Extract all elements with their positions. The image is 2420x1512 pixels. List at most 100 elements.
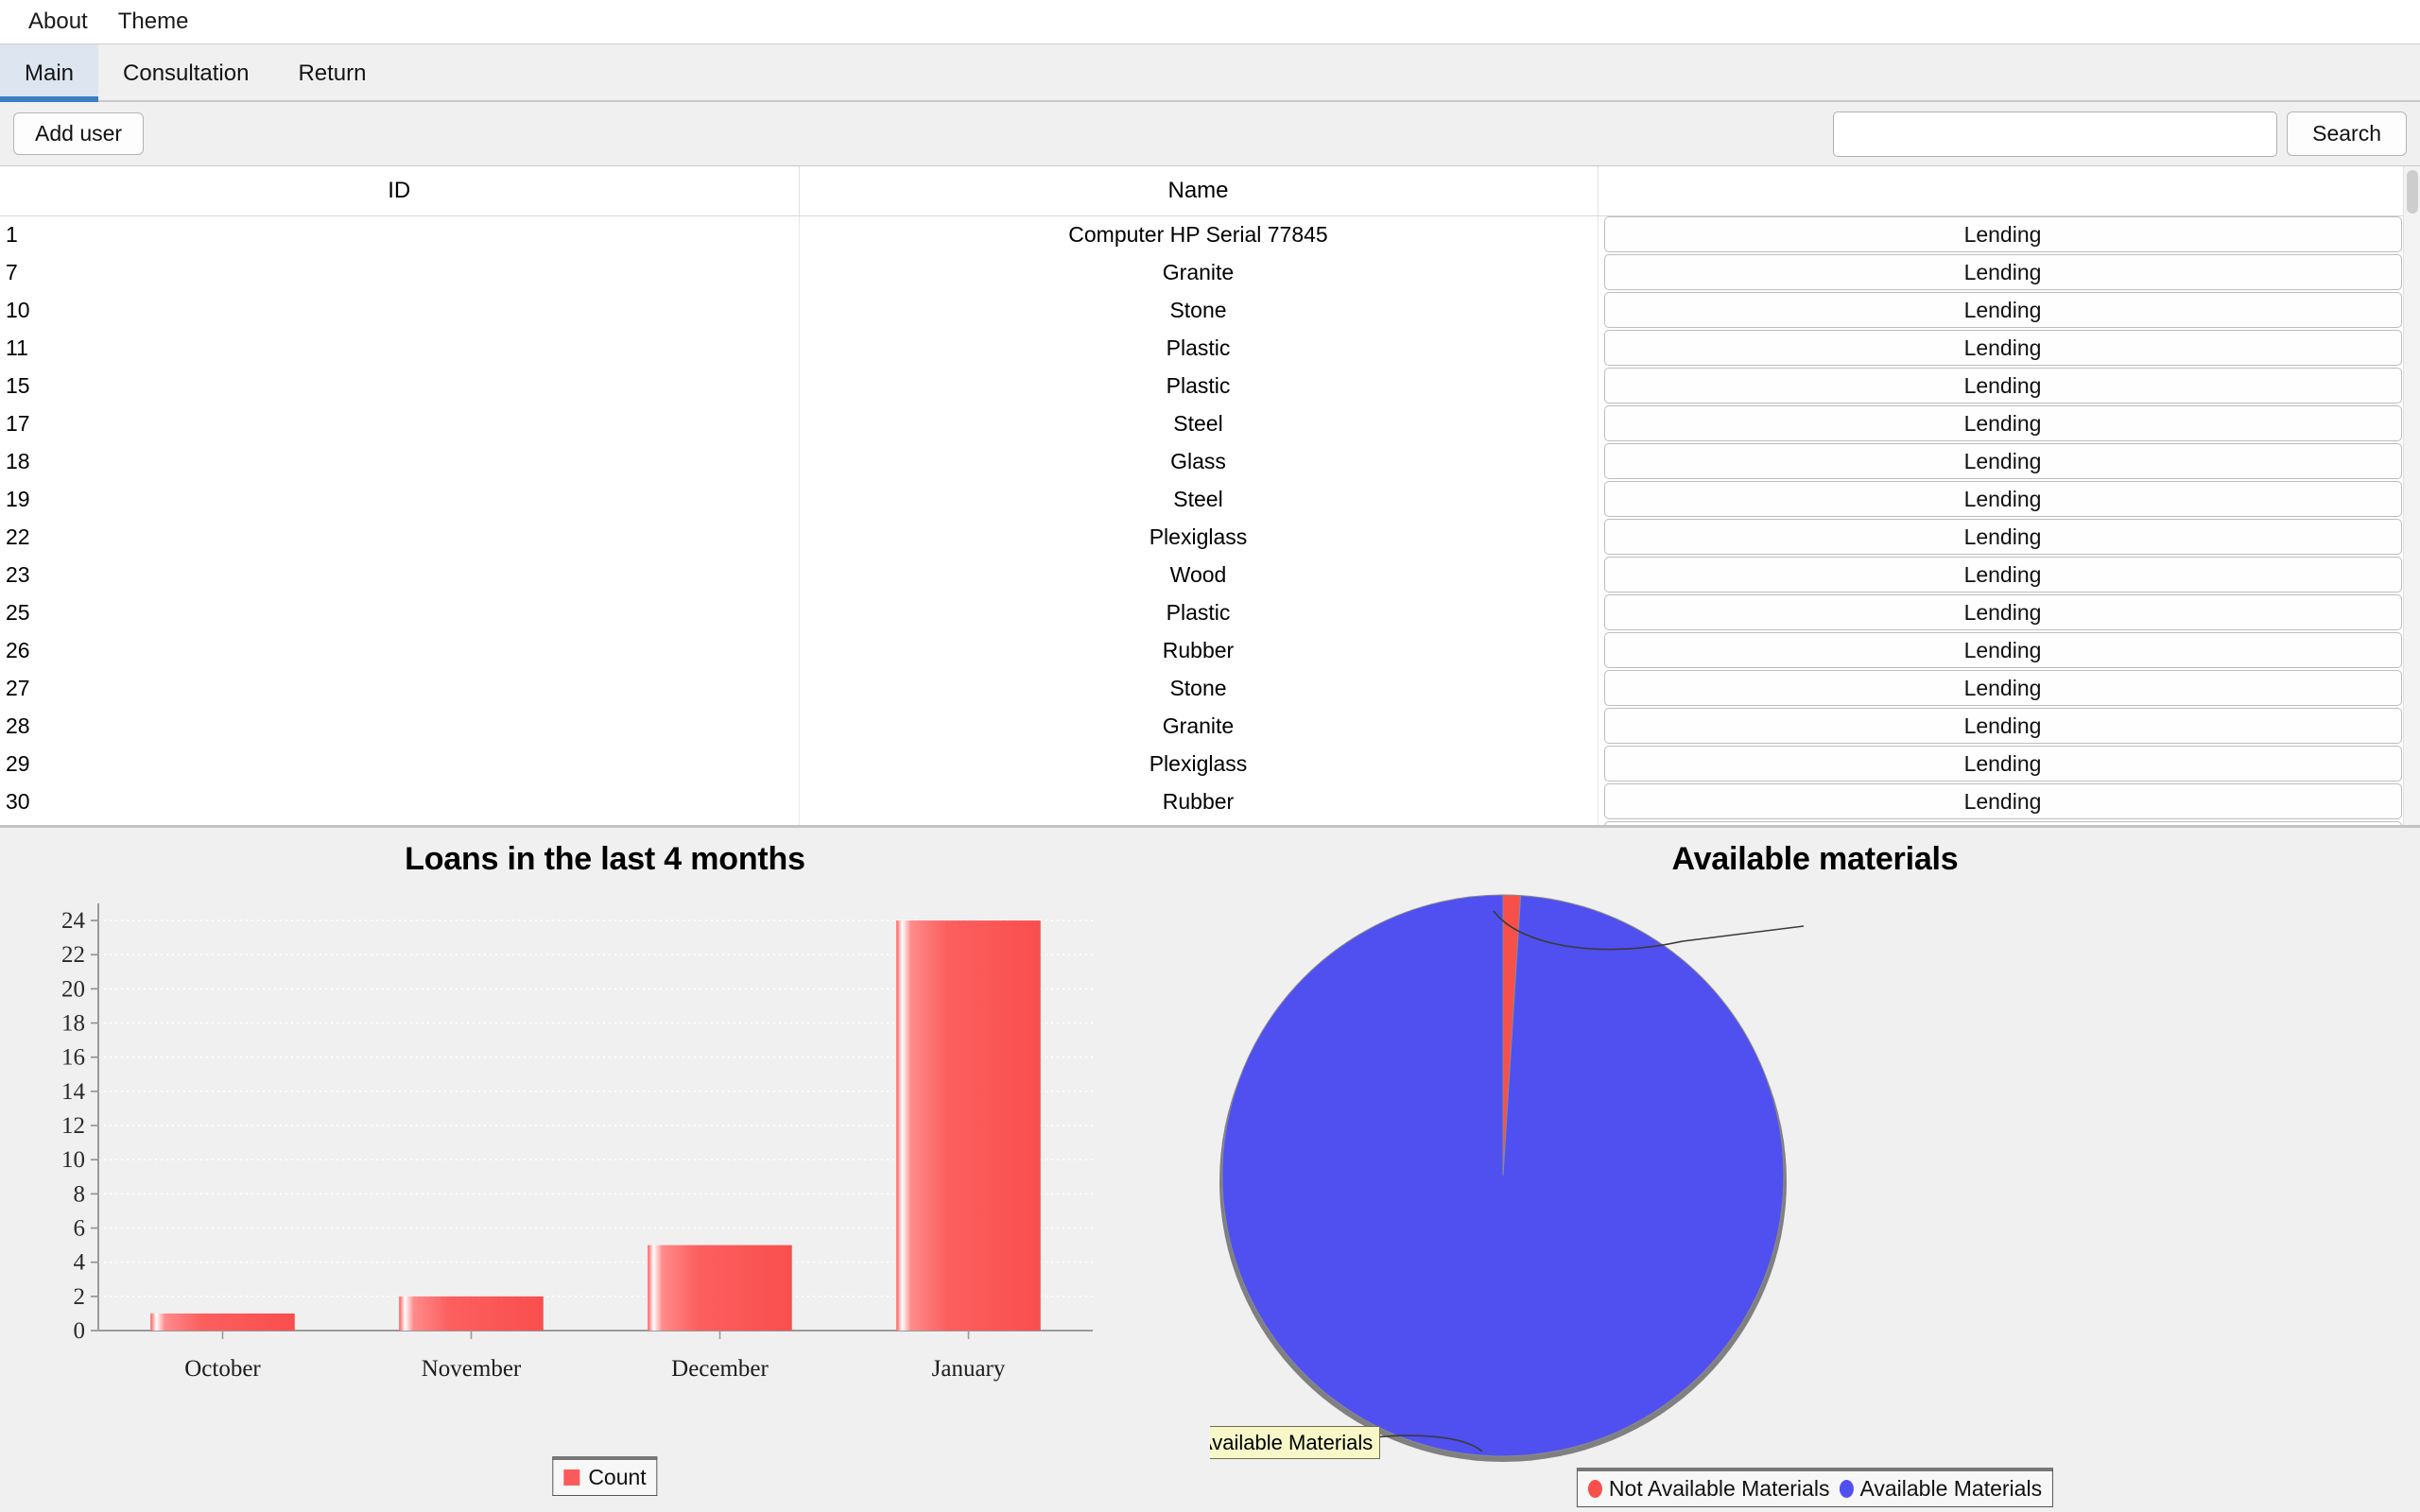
pie-chart-title: Available materials: [1671, 841, 1959, 877]
cell-action: Lending: [1598, 367, 2409, 404]
bar-y-tick-label: 10: [61, 1147, 85, 1173]
table-row[interactable]: 18 Glass Lending: [0, 442, 2409, 480]
pie-callout-available: Available Materials: [1210, 1426, 1381, 1460]
cell-id: 22: [0, 518, 800, 556]
bar-y-tick-label: 14: [61, 1079, 86, 1105]
table-row[interactable]: 25 Plastic Lending: [0, 593, 2409, 631]
column-header-id[interactable]: ID: [0, 166, 800, 216]
table-header-row: ID Name: [0, 166, 2409, 216]
bar-rect: [896, 920, 1041, 1331]
lending-button[interactable]: Lending: [1603, 593, 2402, 631]
lending-button[interactable]: Lending: [1603, 707, 2402, 745]
bar-chart-plot-area: 0 2 4 6 8 10 12 14 16 18 20 22 24 October November Dec…: [0, 898, 1210, 1427]
search-input[interactable]: [1833, 111, 2278, 157]
cell-name: Rubber: [799, 631, 1599, 669]
legend-label-not-available: Not Available Materials: [1608, 1476, 1830, 1501]
table-body: 1 Computer HP Serial 77845 Lending 7 Granite…: [0, 215, 2409, 825]
add-user-button[interactable]: Add user: [13, 112, 145, 156]
table-row[interactable]: 1 Computer HP Serial 77845 Lending: [0, 215, 2409, 253]
cell-id: 29: [0, 745, 800, 782]
cell-name: Plexiglass: [799, 745, 1599, 782]
table-row[interactable]: 27 Stone Lending: [0, 669, 2409, 707]
bar-y-tick-label: 18: [61, 1011, 85, 1037]
column-header-action[interactable]: [1598, 166, 2409, 216]
lending-button[interactable]: Lending: [1603, 745, 2402, 782]
lending-button[interactable]: Lending: [1603, 669, 2402, 707]
cell-id: 30: [0, 782, 800, 820]
cell-name: Granite: [799, 707, 1599, 745]
table-row[interactable]: 28 Granite Lending: [0, 707, 2409, 745]
lending-button[interactable]: Lending: [1603, 291, 2402, 329]
cell-name: Plastic: [799, 367, 1599, 404]
table-row[interactable]: 19 Steel Lending: [0, 480, 2409, 518]
cell-id: 27: [0, 669, 800, 707]
cell-id: 25: [0, 593, 800, 631]
materials-table-region: ID Name 1 Computer HP Serial 77845 Lending…: [0, 166, 2420, 828]
cell-action: Lending: [1598, 707, 2409, 745]
cell-action: Lending: [1598, 669, 2409, 707]
tab-main[interactable]: Main: [0, 44, 99, 102]
search-button[interactable]: Search: [2287, 111, 2407, 157]
cell-action: Lending: [1598, 253, 2409, 291]
bar-chart-panel: Loans in the last 4 months 0 2 4 6 8 10 12 14 16…: [0, 828, 1210, 1512]
table-row[interactable]: 22 Plexiglass Lending: [0, 518, 2409, 556]
table-row[interactable]: 31Vinyl Lending: [0, 820, 2409, 825]
table-row[interactable]: 30 Rubber Lending: [0, 782, 2409, 820]
lending-button[interactable]: Lending: [1603, 631, 2402, 669]
table-row[interactable]: 23 Wood Lending: [0, 556, 2409, 593]
cell-name: Steel: [799, 404, 1599, 442]
pie-chart-legend: Not Available Materials Available Materi…: [1576, 1468, 2054, 1507]
lending-button[interactable]: Lending: [1603, 404, 2402, 442]
bar-chart-legend: Count: [552, 1456, 658, 1496]
table-row[interactable]: 7 Granite Lending: [0, 253, 2409, 291]
column-header-name[interactable]: Name: [799, 166, 1599, 216]
cell-id: 11: [0, 329, 800, 367]
cell-id: 7: [0, 253, 800, 291]
bar-y-tick-label: 24: [61, 908, 86, 934]
cell-name: Plexiglass: [799, 518, 1599, 556]
lending-button[interactable]: Lending: [1603, 556, 2402, 593]
table-row[interactable]: 15 Plastic Lending: [0, 367, 2409, 404]
table-row[interactable]: 11 Plastic Lending: [0, 329, 2409, 367]
lending-button[interactable]: Lending: [1603, 820, 2402, 825]
cell-action: Lending: [1598, 480, 2409, 518]
bar-y-tick-label: 4: [74, 1250, 86, 1276]
pie-chart-plot-area: Not Available Materials Available Materi…: [1210, 883, 2420, 1469]
cell-id: 28: [0, 707, 800, 745]
table-vertical-scrollbar[interactable]: [2403, 166, 2420, 825]
bar-y-tick-label: 0: [74, 1318, 86, 1344]
lending-button[interactable]: Lending: [1603, 216, 2402, 253]
bar-y-tick-label: 22: [61, 942, 85, 968]
toolbar: Add user Search: [0, 102, 2420, 166]
cell-action: Lending: [1598, 820, 2409, 825]
cell-id: 18: [0, 442, 800, 480]
cell-name: Plastic: [799, 329, 1599, 367]
cell-name: Wood: [799, 556, 1599, 593]
lending-button[interactable]: Lending: [1603, 442, 2402, 480]
bar-y-tick-label: 16: [61, 1045, 85, 1071]
cell-name: Glass: [799, 442, 1599, 480]
cell-name: Granite: [799, 253, 1599, 291]
table-row[interactable]: 17 Steel Lending: [0, 404, 2409, 442]
cell-name: Computer HP Serial 77845: [799, 215, 1599, 253]
materials-table: ID Name 1 Computer HP Serial 77845 Lending…: [0, 166, 2409, 825]
tab-consultation[interactable]: Consultation: [98, 44, 273, 102]
lending-button[interactable]: Lending: [1603, 367, 2402, 404]
table-row[interactable]: 26 Rubber Lending: [0, 631, 2409, 669]
bar-chart-svg: 024681012141618202224 October November Dec…: [61, 903, 1093, 1382]
table-scrollbar-thumb[interactable]: [2407, 170, 2418, 214]
charts-row: Loans in the last 4 months 0 2 4 6 8 10 12 14 16…: [0, 828, 2420, 1512]
table-row[interactable]: 29 Plexiglass Lending: [0, 745, 2409, 782]
lending-button[interactable]: Lending: [1603, 480, 2402, 518]
lending-button[interactable]: Lending: [1603, 782, 2402, 820]
lending-button[interactable]: Lending: [1603, 329, 2402, 367]
tab-return[interactable]: Return: [273, 44, 390, 102]
bar-x-tick-label: January: [932, 1356, 1006, 1382]
menu-item-theme[interactable]: Theme: [103, 7, 204, 37]
lending-button[interactable]: Lending: [1603, 518, 2402, 556]
menu-item-about[interactable]: About: [13, 7, 103, 37]
legend-dot-available-icon: [1839, 1480, 1854, 1498]
lending-button[interactable]: Lending: [1603, 253, 2402, 291]
table-row[interactable]: 10 Stone Lending: [0, 291, 2409, 329]
pie-slice: [1221, 894, 1785, 1457]
